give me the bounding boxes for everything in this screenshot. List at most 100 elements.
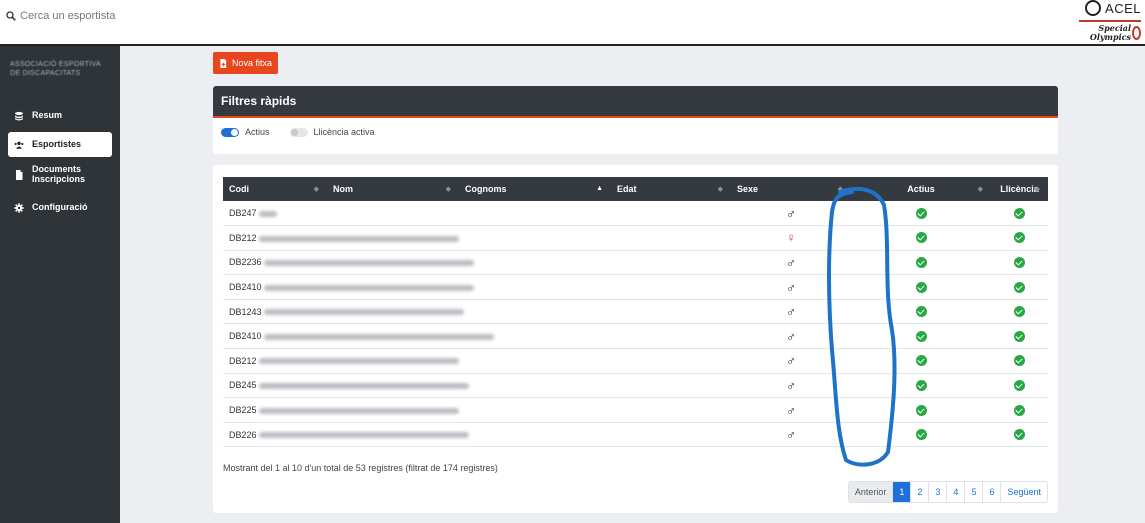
brand-divider bbox=[1079, 20, 1141, 22]
table-row[interactable]: DB212 ♂ bbox=[223, 349, 1048, 374]
license-toggle-label: Llicència activa bbox=[313, 127, 375, 137]
table-row[interactable]: DB1243 ♂ bbox=[223, 299, 1048, 324]
check-icon bbox=[1014, 232, 1025, 244]
sidebar-item-label: Resum bbox=[32, 110, 63, 120]
redacted-name bbox=[258, 407, 459, 414]
search-icon bbox=[6, 11, 16, 21]
redacted-name bbox=[263, 333, 494, 340]
male-icon: ♂ bbox=[786, 328, 796, 344]
sidebar-item-label: Documents Inscripcions bbox=[32, 164, 86, 184]
pagination-page[interactable]: 5 bbox=[964, 482, 982, 502]
check-icon bbox=[915, 207, 927, 219]
active-toggle-label: Actius bbox=[245, 127, 270, 137]
check-icon bbox=[1014, 207, 1025, 219]
redacted-name bbox=[263, 260, 474, 267]
check-icon bbox=[1014, 257, 1025, 269]
sidebar-item-label: Configuració bbox=[32, 202, 88, 212]
table-row[interactable]: DB226 ♂ bbox=[223, 422, 1048, 447]
column-header-sexe[interactable]: Sexe ◆ bbox=[731, 177, 851, 201]
check-icon bbox=[1014, 281, 1025, 293]
column-header-cognoms[interactable]: Cognoms ▲ bbox=[459, 177, 611, 201]
male-icon: ♂ bbox=[786, 205, 796, 221]
table-row[interactable]: DB245 ♂ bbox=[223, 373, 1048, 398]
redacted-name bbox=[258, 432, 469, 439]
pagination-page[interactable]: 4 bbox=[946, 482, 964, 502]
new-record-button[interactable]: Nova fitxa bbox=[213, 52, 279, 74]
male-icon: ♂ bbox=[786, 353, 796, 369]
table-row[interactable]: DB247 ♂ bbox=[223, 201, 1048, 226]
sidebar: ASSOCIACIÓ ESPORTIVA DE DISCAPACITATS Re… bbox=[0, 46, 120, 523]
check-icon bbox=[915, 257, 927, 269]
column-header-llicencia[interactable]: Llicència ◆ bbox=[991, 177, 1048, 201]
male-icon: ♂ bbox=[786, 279, 796, 295]
table-row[interactable]: DB2236 ♂ bbox=[223, 250, 1048, 275]
male-icon: ♂ bbox=[786, 427, 796, 443]
check-icon bbox=[915, 380, 927, 392]
sidebar-item-configuracio[interactable]: Configuració bbox=[8, 202, 112, 213]
column-header-codi[interactable]: Codi ◆ bbox=[223, 177, 327, 201]
license-toggle[interactable] bbox=[289, 127, 308, 137]
pagination-page[interactable]: 1 bbox=[892, 482, 911, 502]
brand-name: ACEL bbox=[1105, 1, 1141, 16]
table-row[interactable]: DB2410 ♂ bbox=[223, 275, 1048, 300]
sidebar-item-documents[interactable]: Documents Inscripcions bbox=[8, 164, 112, 184]
pagination-next[interactable]: Següent bbox=[1000, 482, 1047, 502]
check-icon bbox=[915, 404, 927, 416]
search-input[interactable]: Cerca un esportista bbox=[6, 10, 115, 22]
column-header-actius[interactable]: Actius ◆ bbox=[851, 177, 991, 201]
table-row[interactable]: DB212 ♀ bbox=[223, 226, 1048, 251]
organization-name: ASSOCIACIÓ ESPORTIVA DE DISCAPACITATS bbox=[10, 61, 101, 77]
pagination-previous[interactable]: Anterior bbox=[848, 482, 893, 502]
check-icon bbox=[1014, 306, 1025, 318]
sidebar-item-resum[interactable]: Resum bbox=[8, 110, 112, 121]
male-icon: ♂ bbox=[786, 304, 796, 320]
athlete-code: DB2410 bbox=[223, 275, 731, 300]
athlete-code: DB226 bbox=[223, 422, 731, 447]
users-icon bbox=[14, 141, 24, 149]
table-info: Mostrant del 1 al 10 d'un total de 53 re… bbox=[223, 463, 498, 473]
special-olympics-icon bbox=[1132, 26, 1141, 40]
brand-logo: ACEL Special Olympics bbox=[1071, 0, 1141, 44]
pagination: Anterior 1 2 3 4 5 6 Següent bbox=[847, 481, 1048, 503]
check-icon bbox=[915, 429, 927, 441]
pagination-page[interactable]: 3 bbox=[928, 482, 946, 502]
quick-filters-panel: Filtres ràpids Actius Llicència activa bbox=[213, 86, 1058, 154]
check-icon bbox=[1014, 355, 1025, 367]
athlete-code: DB2410 bbox=[223, 324, 731, 349]
male-icon: ♂ bbox=[786, 402, 796, 418]
gear-icon bbox=[14, 203, 24, 213]
redacted-name bbox=[258, 383, 469, 390]
athlete-code: DB212 bbox=[223, 349, 731, 374]
active-toggle[interactable] bbox=[221, 127, 239, 137]
redacted-name bbox=[258, 210, 277, 217]
male-icon: ♂ bbox=[786, 377, 796, 393]
new-record-label: Nova fitxa bbox=[232, 58, 273, 68]
column-header-edat[interactable]: Edat ◆ bbox=[611, 177, 731, 201]
check-icon bbox=[915, 232, 927, 244]
check-icon bbox=[1014, 330, 1025, 342]
partner-logo-text: Special Olympics bbox=[1089, 23, 1131, 42]
pagination-page[interactable]: 6 bbox=[982, 482, 1000, 502]
acel-logo-icon bbox=[1085, 0, 1101, 16]
table-row[interactable]: DB225 ♂ bbox=[223, 398, 1048, 423]
sidebar-item-label: Esportistes bbox=[32, 139, 82, 149]
pagination-page[interactable]: 2 bbox=[910, 482, 928, 502]
top-bar: Cerca un esportista ACEL Special Olympic… bbox=[0, 0, 1145, 44]
dashboard-icon bbox=[15, 111, 23, 121]
search-placeholder: Cerca un esportista bbox=[20, 10, 116, 22]
athlete-code: DB225 bbox=[223, 398, 731, 423]
redacted-name bbox=[258, 358, 459, 365]
table-header: Codi ◆ Nom ◆ Cognoms ▲ Edat ◆ Sexe ◆ Actius ◆ … bbox=[223, 177, 1048, 201]
file-plus-icon bbox=[220, 58, 227, 68]
check-icon bbox=[1014, 429, 1025, 441]
sidebar-item-esportistes[interactable]: Esportistes bbox=[8, 132, 112, 157]
check-icon bbox=[915, 306, 927, 318]
athletes-table: Codi ◆ Nom ◆ Cognoms ▲ Edat ◆ Sexe ◆ Actius ◆ … bbox=[223, 177, 1048, 447]
column-header-nom[interactable]: Nom ◆ bbox=[327, 177, 459, 201]
document-icon bbox=[16, 170, 23, 180]
athlete-code: DB212 bbox=[223, 226, 731, 251]
redacted-name bbox=[263, 284, 474, 291]
athlete-code: DB245 bbox=[223, 373, 731, 398]
table-row[interactable]: DB2410 ♂ bbox=[223, 324, 1048, 349]
male-icon: ♂ bbox=[786, 254, 796, 270]
